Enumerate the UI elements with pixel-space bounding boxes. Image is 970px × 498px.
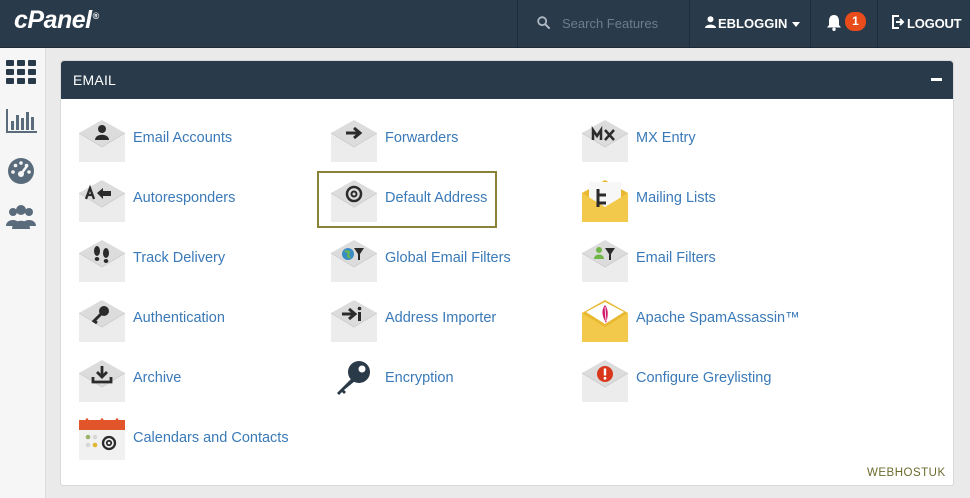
email-accounts-link[interactable]: Email Accounts [76,117,276,169]
track-delivery-link[interactable]: Track Delivery [76,237,276,289]
item-label: Global Email Filters [385,250,511,266]
encryption-link[interactable]: Encryption [328,357,528,409]
logout-icon [892,15,905,29]
item-label: Default Address [385,190,488,206]
email-filters-icon [581,240,629,282]
mx-entry-icon [581,120,629,162]
global-filters-icon [330,240,378,282]
encryption-icon [337,361,370,395]
authentication-link[interactable]: Authentication [76,297,276,349]
forwarders-icon [330,120,378,162]
spamassassin-link[interactable]: Apache SpamAssassin™ [579,297,809,349]
grid-icon[interactable] [5,57,37,87]
spamassassin-icon [582,300,628,342]
item-label: Autoresponders [133,190,236,206]
dashboard-icon[interactable] [5,155,37,185]
users-icon[interactable] [5,202,37,232]
default-address-link[interactable]: Default Address [317,171,497,228]
left-sidebar [0,48,46,498]
address-importer-icon [330,300,378,342]
archive-link[interactable]: Archive [76,357,276,409]
item-label: Forwarders [385,130,459,146]
logout-label: LOGOUT [907,16,962,31]
panel-header[interactable]: EMAIL [61,61,953,99]
search-icon [537,16,550,29]
watermark: WEBHOSTUK [867,467,946,479]
default-address-icon [330,180,378,222]
item-label: Calendars and Contacts [133,430,289,446]
item-label: Encryption [385,370,454,386]
autoresponders-icon [78,180,126,222]
global-email-filters-link[interactable]: Global Email Filters [328,237,528,289]
item-label: Configure Greylisting [636,370,772,386]
address-importer-link[interactable]: Address Importer [328,297,528,349]
mailing-lists-link[interactable]: Mailing Lists [579,177,779,229]
brand-text: cPanel [14,6,92,34]
forwarders-link[interactable]: Forwarders [328,117,528,169]
chevron-down-icon [792,22,800,27]
panel-title: EMAIL [73,72,117,88]
authentication-icon [78,300,126,342]
autoresponders-link[interactable]: Autoresponders [76,177,276,229]
item-label: Email Filters [636,250,716,266]
archive-icon [78,360,126,402]
search-input[interactable] [562,13,682,33]
greylisting-icon [581,360,629,402]
brand-registered-mark: ® [92,10,100,21]
bell-icon [827,15,841,31]
notifications-button[interactable]: 1 [812,0,878,48]
mailing-lists-icon [582,180,628,222]
username: EBLOGGIN [718,16,788,31]
item-label: Archive [133,370,182,386]
user-icon [705,16,716,28]
logout-button[interactable]: LOGOUT [879,0,970,48]
item-label: Address Importer [385,310,497,326]
item-label: Track Delivery [133,250,226,266]
top-bar: cPanel® EBLOGGIN 1 LOGOUT [0,0,970,48]
item-label: Authentication [133,310,225,326]
collapse-icon[interactable] [931,78,942,81]
track-delivery-icon [78,240,126,282]
search-box[interactable] [517,0,690,48]
calendars-icon [79,418,125,460]
cpanel-logo[interactable]: cPanel® [14,6,99,35]
email-panel: EMAIL Email Accounts Forwarders MX Entry [60,60,954,486]
email-accounts-icon [78,120,126,162]
mx-entry-link[interactable]: MX Entry [579,117,779,169]
user-menu[interactable]: EBLOGGIN [691,0,811,48]
configure-greylisting-link[interactable]: Configure Greylisting [579,357,799,409]
calendars-and-contacts-link[interactable]: Calendars and Contacts [76,417,316,469]
item-label: Mailing Lists [636,190,716,206]
stats-icon[interactable] [5,105,37,135]
email-filters-link[interactable]: Email Filters [579,237,779,289]
item-label: Apache SpamAssassin™ [636,310,800,326]
item-label: Email Accounts [133,130,233,146]
item-label: MX Entry [636,130,696,146]
notification-badge: 1 [845,12,866,31]
